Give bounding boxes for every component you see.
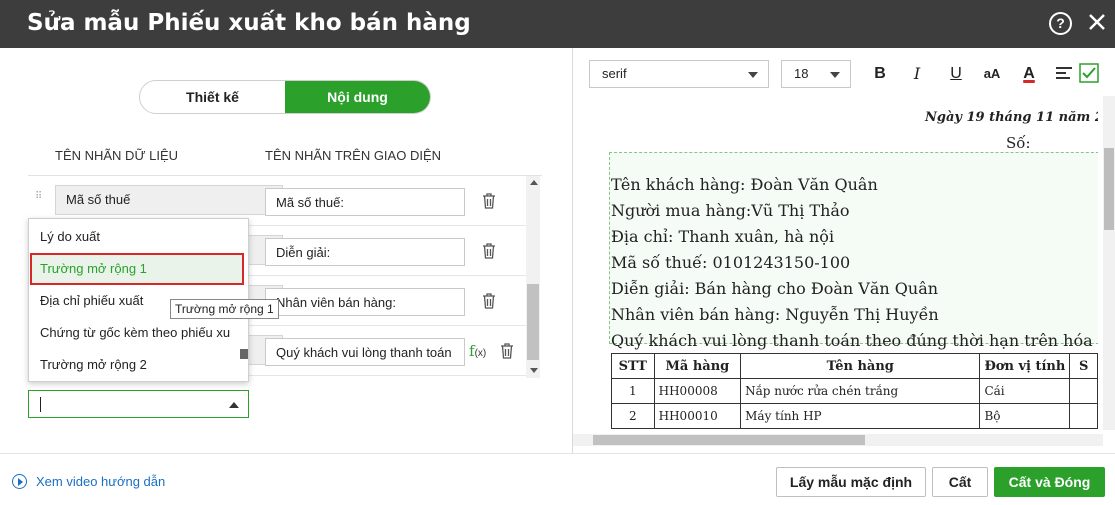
table-header: S [1069,353,1098,379]
table-cell: Cái [979,378,1071,404]
right-panel: serif 18 B I U aA A Ngày 19 tháng 11 năm… [573,48,1115,453]
column-header-ui-label: TÊN NHÃN TRÊN GIAO DIỆN [265,148,442,163]
trash-icon[interactable] [499,342,515,360]
dropdown-item[interactable]: Lý do xuất [29,221,238,253]
document-preview: Ngày 19 tháng 11 năm 2019 Số: Tên khách … [589,104,1098,430]
bold-button[interactable]: B [868,62,892,86]
font-color-button[interactable]: A [1017,62,1041,86]
table-header: STT [611,353,655,379]
data-label-field[interactable]: Mã số thuế [55,185,283,215]
tooltip: Trường mở rộng 1 [170,299,279,319]
drag-handle-icon[interactable]: ⠿ [35,192,45,208]
table-header-row: STT Mã hàng Tên hàng Đơn vị tính S [611,353,1098,379]
doc-line: Mã số thuế: 0101243150-100 [611,253,851,272]
underline-button[interactable]: U [944,62,968,86]
table-cell: HH00008 [653,378,742,404]
default-template-button[interactable]: Lấy mẫu mặc định [776,467,926,497]
trash-icon[interactable] [481,292,497,310]
table-cell: Bộ [979,403,1071,429]
table-cell: Máy tính HP [740,403,981,429]
font-size-value: 18 [794,66,809,81]
doc-date: Ngày 19 tháng 11 năm 2019 [925,110,1098,125]
preview-horizontal-scroll-thumb[interactable] [593,435,865,445]
formula-x: (x) [474,348,487,359]
column-header-data-label: TÊN NHÃN DỮ LIỆU [55,148,179,163]
trash-icon[interactable] [481,192,497,210]
font-family-value: serif [602,66,627,81]
caret-up-icon[interactable] [229,402,239,408]
doc-line: Nhân viên bán hàng: Nguyễn Thị Huyền [611,305,939,324]
ui-label-input[interactable] [265,288,465,316]
doc-number-label: Số: [1006,134,1031,152]
save-button[interactable]: Cất [932,467,988,497]
video-guide-label: Xem video hướng dẫn [36,474,166,489]
italic-button[interactable]: I [905,62,929,86]
table-cell [1069,403,1098,429]
dropdown-item[interactable]: Trường mở rộng 2 [29,349,238,381]
doc-line: Tên khách hàng: Đoàn Văn Quân [611,175,878,194]
view-toggle: Thiết kế Nội dung [139,80,431,114]
doc-line: Địa chỉ: Thanh xuân, hà nội [611,227,835,246]
tab-content[interactable]: Nội dung [285,81,430,113]
rows-scroll-thumb[interactable] [527,284,539,360]
title-bar: Sửa mẫu Phiếu xuất kho bán hàng ? [0,0,1115,48]
dropdown-scroll-thumb[interactable] [240,349,248,359]
video-guide-link[interactable]: Xem video hướng dẫn [12,474,165,489]
table-header: Đơn vị tính [979,353,1071,379]
chevron-down-icon [748,72,758,78]
tab-design[interactable]: Thiết kế [140,81,285,113]
format-toolbar: serif 18 B I U aA A [589,60,1115,90]
ui-label-input[interactable] [265,238,465,266]
preview-vertical-scroll-thumb[interactable] [1104,148,1114,230]
dropdown-item[interactable]: Chứng từ gốc kèm theo phiếu xu [29,317,238,349]
scroll-up-icon[interactable] [530,180,538,185]
table-header: Tên hàng [740,353,981,379]
formula-icon[interactable]: f(x) [469,342,486,360]
table-cell [1069,378,1098,404]
ui-label-input[interactable] [265,338,465,366]
align-left-icon[interactable] [1055,65,1073,83]
trash-icon[interactable] [481,242,497,260]
table-row: 2 HH00010 Máy tính HP Bộ [611,403,1098,429]
help-icon[interactable]: ? [1049,12,1072,35]
field-combo-input[interactable] [28,390,249,418]
window-title: Sửa mẫu Phiếu xuất kho bán hàng [27,10,471,36]
scroll-down-icon[interactable] [530,368,538,373]
table-row: 1 HH00008 Nắp nước rửa chén trắng Cái [611,378,1098,404]
table-cell: 2 [611,403,655,429]
ui-label-input[interactable] [265,188,465,216]
dropdown-item-highlighted[interactable]: Trường mở rộng 1 [30,253,244,285]
font-size-select[interactable]: 18 [781,60,851,88]
table-header: Mã hàng [653,353,742,379]
close-icon[interactable] [1086,11,1108,33]
doc-line: Người mua hàng:Vũ Thị Thảo [611,201,850,220]
table-cell: 1 [611,378,655,404]
chevron-down-icon [830,72,840,78]
items-table: STT Mã hàng Tên hàng Đơn vị tính S 1 HH0… [611,353,1098,429]
doc-info-block[interactable]: Tên khách hàng: Đoàn Văn Quân Người mua … [609,152,1098,350]
doc-line: Diễn giải: Bán hàng cho Đoàn Văn Quân [611,279,939,298]
checkbox-checked-icon[interactable] [1079,63,1099,83]
font-size-toggle-button[interactable]: aA [980,62,1004,86]
footer: Xem video hướng dẫn Lấy mẫu mặc định Cất… [0,453,1115,505]
font-family-select[interactable]: serif [589,60,769,88]
save-close-button[interactable]: Cất và Đóng [994,467,1105,497]
preview-vertical-scrollbar[interactable] [1103,96,1115,430]
text-caret [40,397,41,412]
play-icon [12,474,27,489]
table-cell: HH00010 [653,403,742,429]
table-cell: Nắp nước rửa chén trắng [740,378,981,404]
